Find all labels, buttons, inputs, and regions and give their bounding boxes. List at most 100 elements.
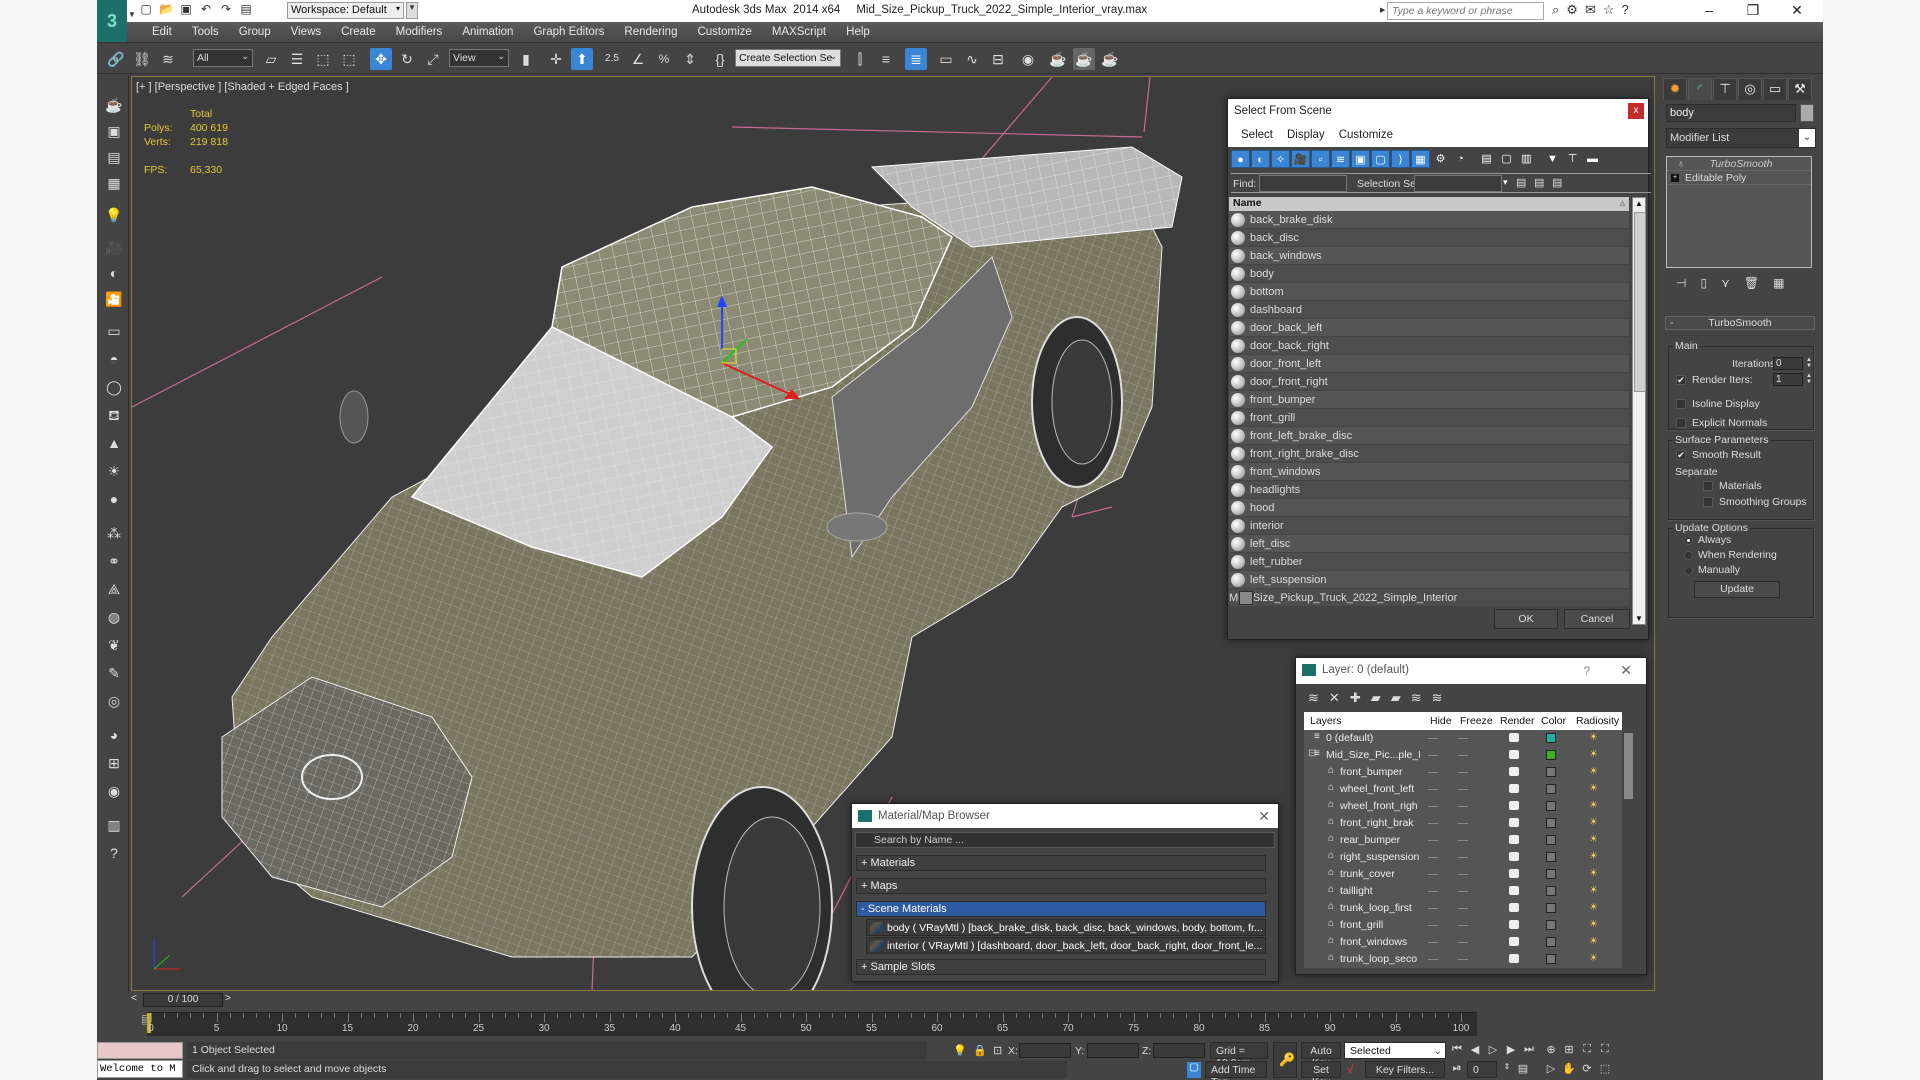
- radiosity-icon[interactable]: ☀: [1589, 867, 1601, 880]
- render-setup-icon[interactable]: ☕: [1047, 48, 1069, 70]
- render-toggle-icon[interactable]: [1509, 937, 1519, 946]
- layer-row[interactable]: ≡ 0 (default) ☀: [1304, 730, 1622, 747]
- radiosity-icon[interactable]: ☀: [1589, 799, 1601, 812]
- section-sample-slots[interactable]: + Sample Slots: [856, 959, 1266, 975]
- close-dialog-button[interactable]: ✕: [1620, 662, 1632, 679]
- stereo-camera-icon[interactable]: 🎦: [103, 289, 125, 309]
- freeze-toggle[interactable]: [1458, 857, 1468, 858]
- render-toggle-icon[interactable]: [1509, 852, 1519, 861]
- scene-object-row[interactable]: front_grill: [1229, 409, 1629, 427]
- keyboard-shortcut-override-icon[interactable]: ⬆: [571, 48, 593, 70]
- hide-toggle[interactable]: [1428, 857, 1438, 858]
- workspace-dropdown[interactable]: Workspace: Default ▾: [287, 2, 404, 19]
- binoculars-icon[interactable]: ⌕: [1552, 2, 1559, 18]
- object-name-field[interactable]: body: [1666, 104, 1796, 122]
- delete-layer-icon[interactable]: ✕: [1329, 690, 1340, 706]
- layer-color-swatch[interactable]: [1546, 784, 1556, 794]
- scroll-down-icon[interactable]: ▼: [1635, 614, 1643, 623]
- redo-icon[interactable]: ↷: [219, 2, 233, 16]
- filter-options-icon[interactable]: ⊤: [1563, 150, 1582, 168]
- hide-toggle[interactable]: [1428, 874, 1438, 875]
- sun-icon[interactable]: ☀: [103, 461, 125, 481]
- turbosmooth-rollout-header[interactable]: - TurboSmooth: [1665, 316, 1815, 330]
- cancel-button[interactable]: Cancel: [1564, 609, 1630, 629]
- scene-object-row[interactable]: left_disc: [1229, 535, 1629, 553]
- hide-toggle[interactable]: [1428, 738, 1438, 739]
- layer-row[interactable]: ⊟ ≡ Mid_Size_Pic...ple_I(☀: [1304, 747, 1622, 764]
- frame-spinner-icon[interactable]: ⇕: [1499, 1062, 1515, 1077]
- selection-filter-dropdown[interactable]: All ⌄: [193, 49, 253, 67]
- selection-set-dropdown[interactable]: [1414, 175, 1502, 192]
- freeze-toggle[interactable]: [1458, 874, 1468, 875]
- layer-color-swatch[interactable]: [1546, 767, 1556, 777]
- select-and-scale-icon[interactable]: ⤢: [422, 48, 444, 70]
- render-iters-spinner[interactable]: 1: [1773, 373, 1803, 386]
- scene-object-row[interactable]: door_back_right: [1229, 337, 1629, 355]
- proxy-icon[interactable]: ⚭: [103, 551, 125, 571]
- globe-icon[interactable]: ◍: [103, 607, 125, 627]
- align-icon[interactable]: ≡: [875, 48, 897, 70]
- freeze-toggle[interactable]: [1458, 908, 1468, 909]
- render-globe-icon[interactable]: ◉: [103, 781, 125, 801]
- scrollbar-thumb[interactable]: [1634, 212, 1646, 392]
- maxscript-mini-listener[interactable]: Welcome to M: [97, 1060, 183, 1078]
- display-frozen-icon[interactable]: ⚙: [1431, 150, 1450, 168]
- render-toggle-icon[interactable]: [1509, 869, 1519, 878]
- panel-icon[interactable]: ▤: [103, 147, 125, 167]
- display-spacewarps-icon[interactable]: ≋: [1331, 150, 1350, 168]
- texture-icon[interactable]: ◎: [103, 691, 125, 711]
- separate-smoothing-groups-checkbox[interactable]: [1703, 497, 1713, 507]
- close-dialog-button[interactable]: ✕: [1258, 808, 1270, 825]
- frame-buffer-icon[interactable]: ▥: [103, 815, 125, 835]
- y-coordinate-input[interactable]: [1087, 1043, 1139, 1058]
- field-of-view-icon[interactable]: ▷: [1543, 1062, 1559, 1077]
- radiosity-icon[interactable]: ☀: [1589, 816, 1601, 829]
- configure-modifier-sets-icon[interactable]: ▦: [1773, 276, 1784, 290]
- camera-target-icon[interactable]: ◐: [103, 263, 125, 283]
- radiosity-icon[interactable]: ☀: [1589, 833, 1601, 846]
- render-toggle-icon[interactable]: [1509, 903, 1519, 912]
- spinner-snap-icon[interactable]: ⇕: [679, 48, 701, 70]
- update-button[interactable]: Update: [1694, 581, 1780, 598]
- key-mode-toggle-icon[interactable]: ⏯: [1449, 1062, 1465, 1077]
- help-circle-icon[interactable]: ?: [103, 843, 125, 863]
- sphere-light-icon[interactable]: ◯: [103, 377, 125, 397]
- freeze-toggle[interactable]: [1458, 891, 1468, 892]
- mesh-light-icon[interactable]: ⛾: [103, 405, 125, 425]
- orbit-icon[interactable]: ⟳: [1579, 1062, 1595, 1077]
- undo-icon[interactable]: ↶: [199, 2, 213, 16]
- scene-object-row[interactable]: door_front_right: [1229, 373, 1629, 391]
- select-objects-in-layer-icon[interactable]: ▰: [1371, 690, 1381, 706]
- menu-display[interactable]: Display: [1287, 129, 1325, 143]
- render-toggle-icon[interactable]: [1509, 886, 1519, 895]
- communication-icon[interactable]: ✉: [1585, 2, 1596, 18]
- freeze-toggle[interactable]: [1458, 772, 1468, 773]
- time-slider[interactable]: < 0 / 100 >: [131, 992, 1655, 1008]
- layer-object-row[interactable]: ⌂ wheel_front_righ ☀: [1304, 798, 1622, 815]
- named-selection-sets-dropdown[interactable]: Create Selection Se ⌄: [735, 49, 841, 67]
- scene-object-row[interactable]: back_windows: [1229, 247, 1629, 265]
- render-iters-checkbox[interactable]: ✔: [1676, 375, 1686, 385]
- display-shapes-icon[interactable]: ◐: [1251, 150, 1270, 168]
- render-production-icon[interactable]: ☕: [1099, 48, 1121, 70]
- iterations-spinner-arrows[interactable]: ▲ ▼: [1805, 357, 1813, 370]
- display-cameras-icon[interactable]: 🎥: [1291, 150, 1310, 168]
- modifier-list-dropdown[interactable]: Modifier List ⌄: [1666, 128, 1816, 148]
- scene-object-row[interactable]: left_rubber: [1229, 553, 1629, 571]
- create-tab-icon[interactable]: ✹: [1663, 78, 1687, 100]
- menu-graph-editors[interactable]: Graph Editors: [523, 26, 614, 38]
- select-none-icon[interactable]: ▢: [1497, 150, 1516, 168]
- layer-object-row[interactable]: ⌂ taillight ☀: [1304, 883, 1622, 900]
- edit-named-selection-icon[interactable]: {}: [709, 48, 731, 70]
- display-bones-icon[interactable]: ⟩: [1391, 150, 1410, 168]
- hide-toggle[interactable]: [1428, 959, 1438, 960]
- layer-object-row[interactable]: ⌂ right_suspension ☀: [1304, 849, 1622, 866]
- menu-customize[interactable]: Customize: [1339, 129, 1393, 143]
- next-key-icon[interactable]: ▶: [1503, 1043, 1519, 1058]
- hide-toggle[interactable]: [1428, 806, 1438, 807]
- pin-stack-icon[interactable]: ⊣: [1676, 276, 1686, 290]
- track-bar[interactable]: 0 5 10 15 20 25 30 35 40 45 50 55 60 65 70 75 80 85 90 95 10…: [147, 1012, 1477, 1036]
- show-end-result-icon[interactable]: ▯: [1700, 276, 1707, 290]
- plane-light-icon[interactable]: ▭: [103, 321, 125, 341]
- viewport-label[interactable]: [+ ] [Perspective ] [Shaded + Edged Face…: [136, 81, 349, 93]
